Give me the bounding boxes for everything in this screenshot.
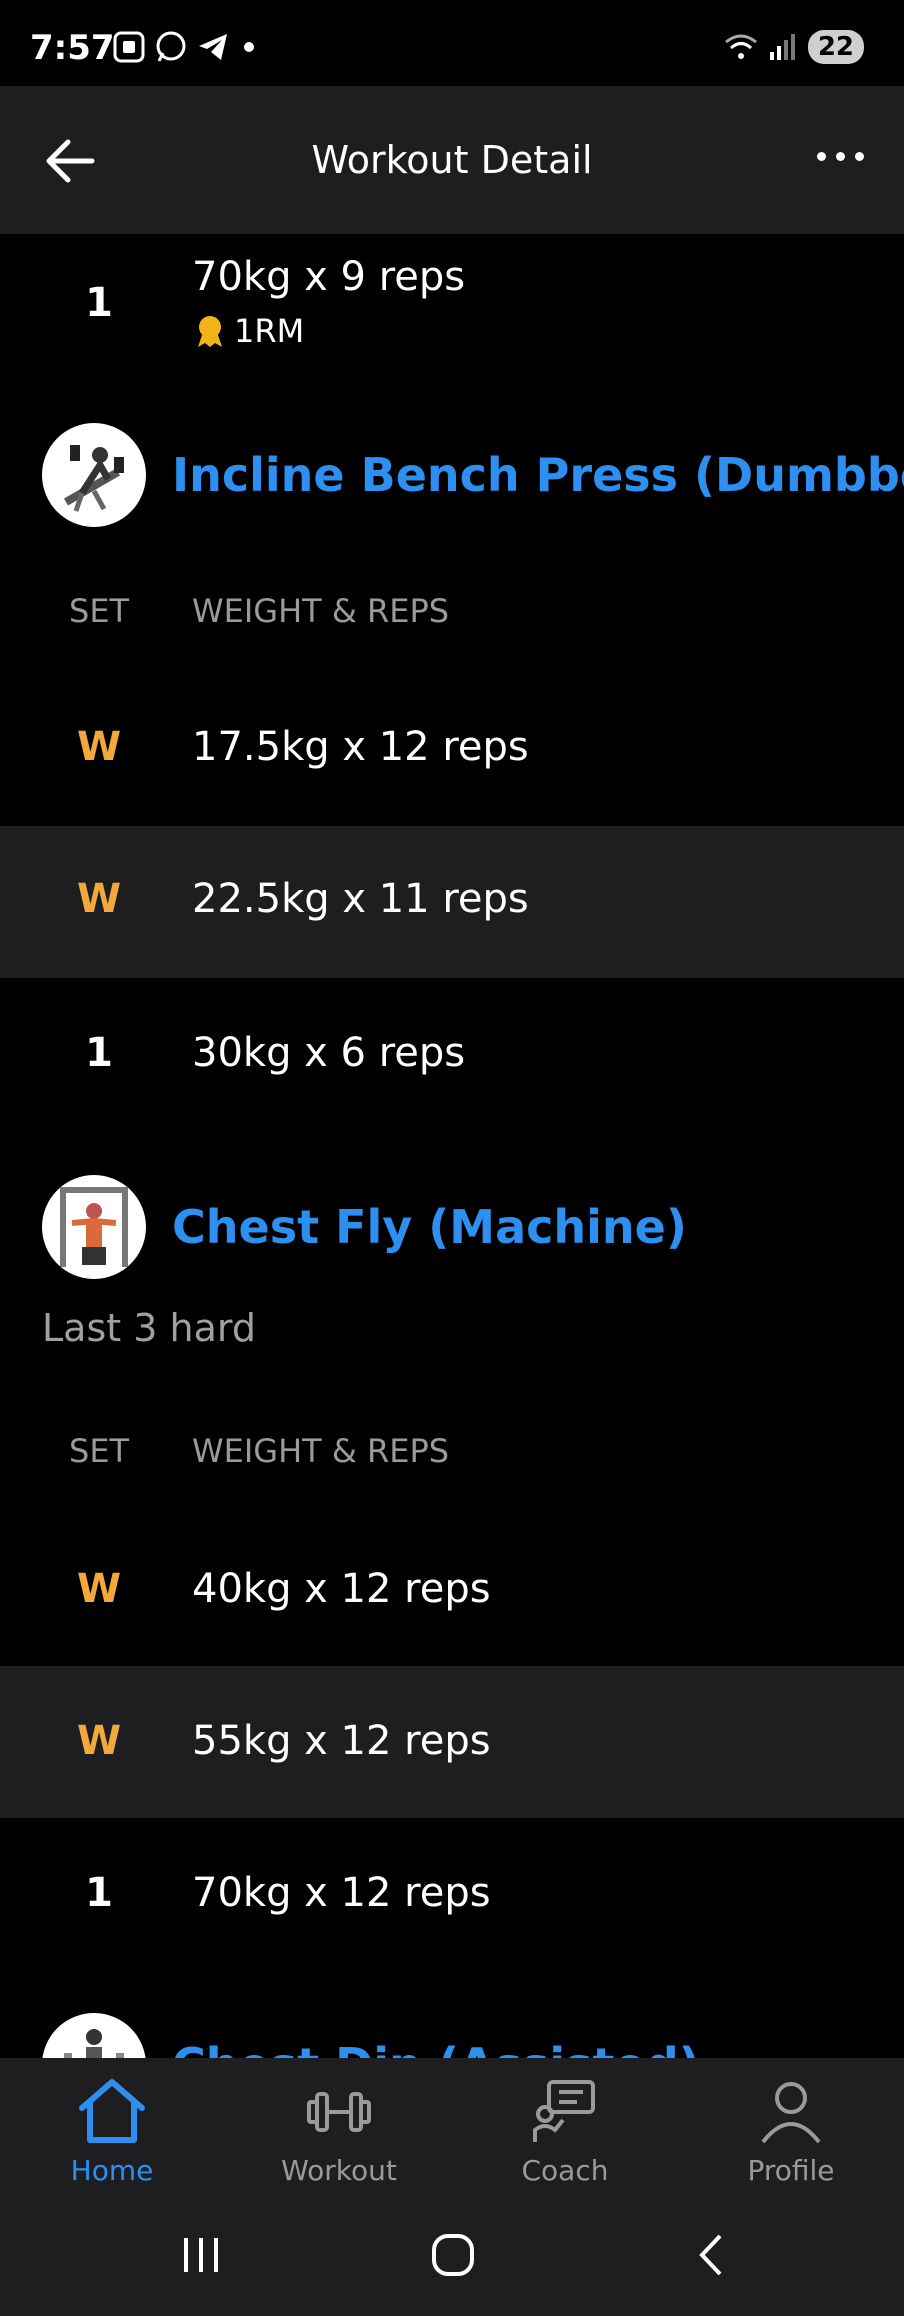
weight-reps: 17.5kg x 12 reps: [192, 724, 529, 770]
exercise-header[interactable]: Chest Dip (Assisted): [42, 2012, 700, 2058]
more-options-icon[interactable]: [817, 152, 864, 161]
tab-profile[interactable]: Profile: [721, 2076, 861, 2187]
bench-press-figure-icon: [64, 445, 124, 512]
signal-icon: [769, 34, 795, 60]
set-row: W 22.5kg x 11 reps: [0, 826, 904, 978]
column-header-set: SET: [69, 1432, 130, 1470]
set-row: W 55kg x 12 reps: [0, 1666, 904, 1818]
exercise-thumbnail: [42, 2013, 146, 2058]
chest-fly-machine-icon: [60, 1187, 128, 1267]
dumbbell-icon: [307, 2092, 371, 2132]
set-row: W 40kg x 12 reps: [0, 1514, 904, 1666]
notification-icons: [112, 30, 254, 64]
coach-icon: [533, 2080, 595, 2142]
set-row: 1 70kg x 12 reps: [0, 1818, 904, 1970]
tab-workout[interactable]: Workout: [269, 2076, 409, 2187]
set-number: W: [76, 876, 122, 922]
exercise-thumbnail: [42, 1175, 146, 1279]
weight-reps: 22.5kg x 11 reps: [192, 876, 529, 922]
column-header-set: SET: [69, 592, 130, 630]
more-notifications-dot: [244, 42, 254, 52]
weight-reps: 55kg x 12 reps: [192, 1718, 491, 1764]
pr-badge-label: 1RM: [234, 312, 305, 350]
workout-detail-list[interactable]: 1 70kg x 9 reps 1RM Incline Bench Press …: [0, 234, 904, 2058]
telegram-icon: [199, 34, 227, 60]
tab-profile-label: Profile: [747, 2154, 835, 2187]
pr-badge: 1RM: [192, 312, 304, 350]
back-system-icon[interactable]: [690, 2232, 736, 2278]
wifi-icon: [724, 34, 757, 59]
app-header: Workout Detail: [0, 86, 904, 234]
home-system-icon[interactable]: [430, 2232, 476, 2278]
exercise-name[interactable]: Chest Fly (Machine): [172, 1200, 687, 1254]
exercise-header[interactable]: Chest Fly (Machine): [42, 1174, 687, 1280]
weight-reps: 70kg x 9 reps: [192, 254, 466, 300]
column-header-weight-reps: WEIGHT & REPS: [192, 1432, 450, 1470]
tab-workout-label: Workout: [281, 2154, 397, 2187]
status-time: 7:57: [30, 28, 115, 68]
profile-icon: [761, 2082, 821, 2144]
tab-home-label: Home: [70, 2154, 154, 2187]
exercise-name[interactable]: Chest Dip (Assisted): [172, 2038, 700, 2058]
medal-icon: [198, 316, 222, 347]
weight-reps: 70kg x 12 reps: [192, 1870, 491, 1916]
battery-indicator: 22: [807, 30, 864, 64]
recent-apps-icon[interactable]: [178, 2232, 224, 2278]
exercise-note: Last 3 hard: [42, 1306, 256, 1350]
bottom-navigation: Home Workout Coach Profile: [0, 2058, 904, 2316]
set-row: 1 70kg x 9 reps 1RM: [0, 234, 904, 360]
tab-home[interactable]: Home: [42, 2076, 182, 2187]
page-title: Workout Detail: [311, 138, 593, 182]
set-number: W: [76, 724, 122, 770]
set-number: 1: [85, 280, 113, 326]
set-row: 1 30kg x 6 reps: [0, 978, 904, 1130]
tab-coach[interactable]: Coach: [495, 2076, 635, 2187]
exercise-header[interactable]: Incline Bench Press (Dumbbell): [42, 422, 904, 528]
set-number: 1: [85, 1870, 113, 1916]
set-row: W 17.5kg x 12 reps: [0, 674, 904, 826]
set-number: W: [76, 1566, 122, 1612]
system-navigation-bar: [0, 2222, 904, 2302]
chest-dip-figure-icon: [64, 2029, 124, 2058]
screenshot-icon: [113, 31, 145, 63]
whatsapp-icon: [156, 31, 186, 62]
status-bar: 7:57 22: [0, 0, 904, 86]
set-number: 1: [85, 1030, 113, 1076]
weight-reps: 40kg x 12 reps: [192, 1566, 491, 1612]
tab-coach-label: Coach: [521, 2154, 609, 2187]
exercise-name[interactable]: Incline Bench Press (Dumbbell): [172, 448, 904, 502]
column-header-weight-reps: WEIGHT & REPS: [192, 592, 450, 630]
home-icon: [79, 2079, 145, 2143]
weight-reps: 30kg x 6 reps: [192, 1030, 466, 1076]
set-number: W: [76, 1718, 122, 1764]
exercise-thumbnail: [42, 423, 146, 527]
